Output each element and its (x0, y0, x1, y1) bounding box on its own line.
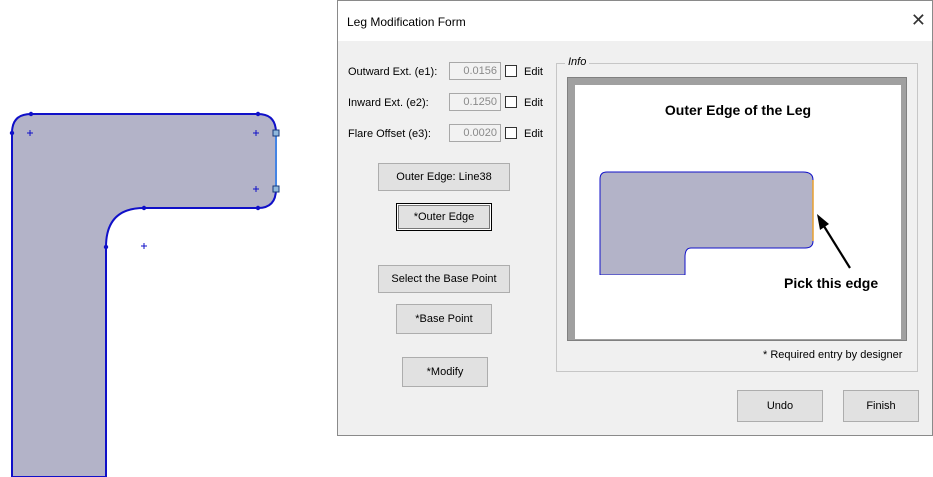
outer-edge-button[interactable]: *Outer Edge (396, 203, 492, 231)
outward-ext-edit-checkbox[interactable] (505, 65, 517, 77)
close-icon[interactable]: ✕ (911, 10, 926, 31)
inward-ext-label: Inward Ext. (e2): (348, 97, 429, 109)
required-note: * Required entry by designer (763, 349, 903, 361)
sketch-point (9, 130, 15, 136)
endpoint-handle (272, 129, 280, 137)
outer-edge-display: Outer Edge: Line38 (378, 163, 510, 191)
leg-part-shape[interactable] (11, 113, 277, 477)
flare-offset-edit-checkbox[interactable] (505, 127, 517, 139)
base-point-button[interactable]: *Base Point (396, 304, 492, 334)
cad-canvas[interactable] (0, 0, 340, 477)
info-image: Outer Edge of the Leg Pick this edge (575, 85, 901, 339)
info-image-callout: Pick this edge (784, 275, 879, 291)
center-marker (141, 243, 147, 249)
inward-ext-field[interactable]: 0.1250 (449, 93, 501, 111)
inward-ext-edit-checkbox[interactable] (505, 96, 517, 108)
modify-button[interactable]: *Modify (402, 357, 488, 387)
undo-button[interactable]: Undo (737, 390, 823, 422)
flare-offset-edit-label: Edit (524, 128, 543, 140)
sketch-point (255, 205, 261, 211)
info-legend: Info (565, 56, 590, 68)
outward-ext-edit-label: Edit (524, 66, 543, 78)
sketch-point (103, 244, 109, 250)
leg-modification-dialog: Leg Modification Form ✕ Outward Ext. (e1… (337, 0, 933, 436)
flare-offset-label: Flare Offset (e3): (348, 128, 431, 140)
arrow-head (817, 214, 829, 230)
flare-offset-field[interactable]: 0.0020 (449, 124, 501, 142)
arrow-shaft (821, 222, 851, 269)
outward-ext-field[interactable]: 0.0156 (449, 62, 501, 80)
sketch-point (141, 205, 147, 211)
inward-ext-edit-label: Edit (524, 97, 543, 109)
endpoint-handle (272, 185, 280, 193)
leg-diagram (575, 171, 901, 339)
outward-ext-label: Outward Ext. (e1): (348, 66, 438, 78)
title-bar: Leg Modification Form ✕ (338, 1, 932, 41)
sketch-point (255, 111, 261, 117)
sketch-point (28, 111, 34, 117)
finish-button[interactable]: Finish (843, 390, 919, 422)
dialog-title: Leg Modification Form (347, 15, 466, 29)
base-point-display: Select the Base Point (378, 265, 510, 293)
